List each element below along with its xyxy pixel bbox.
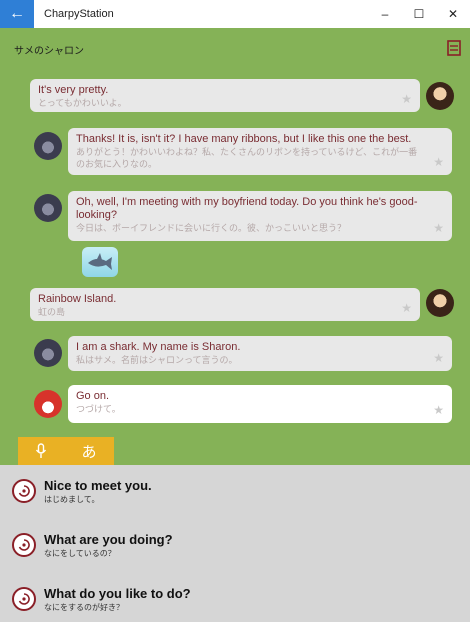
shark-image[interactable] bbox=[82, 247, 118, 277]
chat-title: サメのシャロン bbox=[14, 46, 84, 57]
microphone-icon bbox=[35, 443, 47, 458]
girl-avatar bbox=[426, 289, 454, 317]
shark-icon bbox=[88, 253, 112, 270]
close-button[interactable]: ✕ bbox=[436, 0, 470, 28]
back-arrow-icon: ← bbox=[9, 5, 25, 22]
star-icon[interactable]: ★ bbox=[401, 92, 412, 106]
title-bar: ← CharpyStation – ☐ ✕ bbox=[0, 0, 470, 28]
back-button[interactable]: ← bbox=[0, 0, 34, 28]
chat-area[interactable]: サメのシャロン It's very pretty. とってもかわいいよ。 ★ T… bbox=[0, 28, 470, 465]
minimize-button[interactable]: – bbox=[368, 0, 402, 28]
chat-message[interactable]: Oh, well, I'm meeting with my boyfriend … bbox=[68, 191, 452, 241]
shark-avatar bbox=[34, 339, 62, 367]
chat-message[interactable]: It's very pretty. とってもかわいいよ。 ★ bbox=[30, 79, 420, 112]
star-icon[interactable]: ★ bbox=[433, 221, 444, 235]
suggestion-text: What are you doing? bbox=[44, 531, 173, 547]
girl-avatar bbox=[426, 82, 454, 110]
maximize-button[interactable]: ☐ bbox=[402, 0, 436, 28]
suggestion-item[interactable]: What are you doing? なにをしているの？ bbox=[12, 525, 173, 565]
star-icon[interactable]: ★ bbox=[433, 155, 444, 169]
window-title: CharpyStation bbox=[44, 8, 114, 20]
book-icon[interactable] bbox=[447, 40, 461, 56]
message-translation: つづけて。 bbox=[76, 404, 121, 414]
chat-message-active[interactable]: Go on. つづけて。 ★ bbox=[68, 385, 452, 423]
message-translation: とってもかわいいよ。 bbox=[38, 98, 127, 108]
shark-avatar bbox=[34, 132, 62, 160]
message-text: Oh, well, I'm meeting with my boyfriend … bbox=[76, 196, 418, 221]
message-text: Go on. bbox=[76, 390, 110, 402]
star-icon[interactable]: ★ bbox=[433, 351, 444, 365]
star-icon[interactable]: ★ bbox=[401, 301, 412, 315]
suggestion-translation: なにをするのが好き？ bbox=[44, 602, 124, 612]
speak-icon[interactable] bbox=[12, 587, 36, 611]
message-translation: 今日は、ボーイフレンドに会いに行くの。彼、かっこいいと思う？ bbox=[76, 223, 347, 233]
message-text: It's very pretty. bbox=[38, 84, 109, 96]
chat-message[interactable]: I am a shark. My name is Sharon. 私はサメ。名前… bbox=[68, 336, 452, 371]
message-text: Thanks! It is, isn't it? I have many rib… bbox=[76, 133, 412, 145]
suggestion-text: What do you like to do? bbox=[44, 585, 191, 601]
message-translation: 虹の島 bbox=[38, 307, 66, 317]
suggestion-text: Nice to meet you. bbox=[44, 477, 152, 493]
message-translation: 私はサメ。名前はシャロンって言うの。 bbox=[76, 355, 238, 365]
suggestion-list: Nice to meet you. はじめまして。 What are you d… bbox=[0, 465, 470, 622]
speak-icon[interactable] bbox=[12, 479, 36, 503]
message-translation: ありがとう！かわいいわよね？私、たくさんのリボンを持っているけど、これが一番のお… bbox=[76, 147, 418, 169]
microphone-tab[interactable] bbox=[18, 437, 64, 465]
app-window: ← CharpyStation – ☐ ✕ サメのシャロン It's very … bbox=[0, 0, 470, 622]
chat-message[interactable]: Rainbow Island. 虹の島 ★ bbox=[30, 288, 420, 321]
suggestion-translation: なにをしているの？ bbox=[44, 548, 116, 558]
suggestion-translation: はじめまして。 bbox=[44, 494, 100, 504]
kana-input-tab[interactable]: あ bbox=[64, 437, 114, 465]
message-text: I am a shark. My name is Sharon. bbox=[76, 341, 241, 353]
chat-message[interactable]: Thanks! It is, isn't it? I have many rib… bbox=[68, 128, 452, 175]
input-bar: あ bbox=[0, 437, 470, 465]
speak-icon[interactable] bbox=[12, 533, 36, 557]
message-text: Rainbow Island. bbox=[38, 293, 117, 305]
star-icon[interactable]: ★ bbox=[433, 403, 444, 417]
red-character-avatar bbox=[34, 390, 62, 418]
shark-avatar bbox=[34, 194, 62, 222]
suggestion-item[interactable]: Nice to meet you. はじめまして。 bbox=[12, 471, 152, 511]
suggestion-item[interactable]: What do you like to do? なにをするのが好き？ bbox=[12, 579, 191, 619]
